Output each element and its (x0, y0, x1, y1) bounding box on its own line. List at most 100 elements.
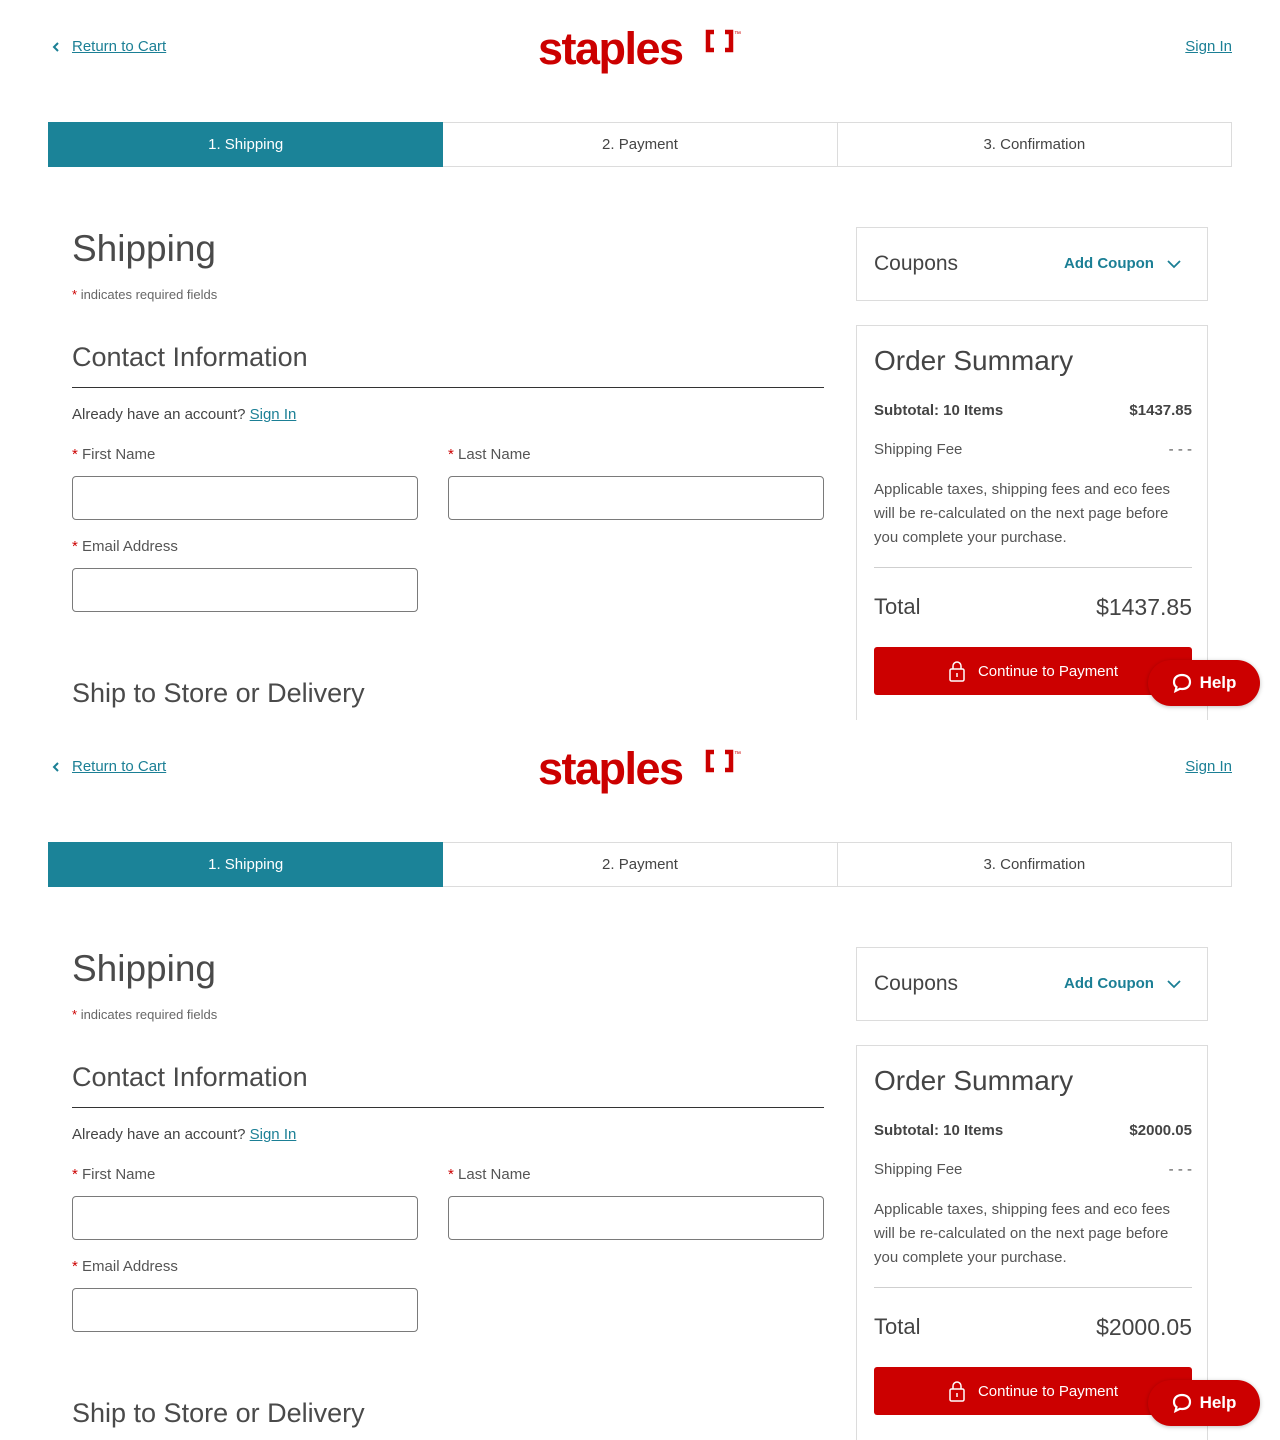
first-name-label-text: First Name (82, 446, 156, 463)
return-to-cart-label: Return to Cart (72, 758, 167, 775)
chevron-down-icon (1167, 979, 1181, 988)
help-button[interactable]: Help (1148, 660, 1260, 706)
checkout-view: Return to Cart staples ™ Sign In 1. Ship… (0, 0, 1280, 720)
first-name-input[interactable] (72, 1196, 418, 1240)
required-star: * (72, 1007, 78, 1022)
return-to-cart-label: Return to Cart (72, 38, 167, 55)
page-title: Shipping (72, 228, 217, 269)
shipping-fee-row: Shipping Fee - - - (874, 1161, 1192, 1178)
coupons-card: Coupons Add Coupon (856, 947, 1208, 1021)
chat-bubble-icon (1172, 1393, 1191, 1413)
shipping-fee-value: - - - (1168, 441, 1192, 458)
total-value: $2000.05 (1096, 1314, 1192, 1340)
checkout-view: Return to Cart staples ™ Sign In 1. Ship… (0, 720, 1280, 1440)
coupons-label: Coupons (874, 252, 959, 275)
add-coupon-label: Add Coupon (1064, 255, 1154, 272)
required-star: * (72, 287, 78, 302)
add-coupon-button[interactable]: Add Coupon (1064, 975, 1182, 992)
continue-label: Continue to Payment (977, 1382, 1119, 1400)
return-to-cart-link[interactable]: Return to Cart (50, 758, 166, 775)
help-label: Help (1199, 1393, 1237, 1412)
chevron-down-icon (1167, 259, 1181, 268)
required-star: * (448, 446, 454, 463)
total-label: Total (874, 1314, 921, 1339)
required-star: * (72, 1258, 78, 1275)
email-input[interactable] (72, 1288, 418, 1332)
page-title: Shipping (72, 948, 217, 989)
email-input[interactable] (72, 568, 418, 612)
last-name-label: * Last Name (448, 1166, 531, 1183)
step-payment[interactable]: 2. Payment (443, 122, 838, 167)
total-row: Total $1437.85 (874, 594, 1192, 621)
continue-label: Continue to Payment (977, 662, 1119, 680)
subtotal-value: $1437.85 (1129, 402, 1192, 419)
order-summary-card: Order Summary Subtotal: 10 Items $1437.8… (856, 325, 1208, 720)
add-coupon-label: Add Coupon (1064, 975, 1154, 992)
logo-trademark: ™ (734, 751, 741, 758)
summary-divider (874, 567, 1192, 568)
step-shipping[interactable]: 1. Shipping (48, 842, 444, 887)
step-shipping[interactable]: 1. Shipping (48, 122, 444, 167)
required-fields-note: * indicates required fields (72, 287, 217, 302)
account-sign-in-link[interactable]: Sign In (250, 406, 297, 423)
chevron-left-icon (52, 41, 59, 52)
step-payment[interactable]: 2. Payment (443, 842, 838, 887)
subtotal-label: Subtotal: 10 Items (874, 402, 1004, 419)
staples-logo[interactable]: staples ™ (538, 24, 744, 74)
required-note-text: indicates required fields (80, 1007, 218, 1022)
subtotal-label: Subtotal: 10 Items (874, 1122, 1004, 1139)
total-value: $1437.85 (1096, 594, 1192, 620)
coupons-card: Coupons Add Coupon (856, 227, 1208, 301)
step-confirmation[interactable]: 3. Confirmation (837, 842, 1232, 887)
tax-note: Applicable taxes, shipping fees and eco … (874, 481, 1171, 546)
shipping-fee-label: Shipping Fee (874, 1161, 963, 1178)
order-summary-title: Order Summary (874, 1065, 1074, 1096)
email-label-text: Email Address (82, 1258, 178, 1275)
logo-wordmark: staples (538, 24, 683, 74)
tax-note: Applicable taxes, shipping fees and eco … (874, 1201, 1171, 1266)
continue-to-payment-button[interactable]: Continue to Payment (874, 1367, 1192, 1415)
screenshot-root: Return to Cart staples ™ Sign In 1. Ship… (0, 0, 1280, 1440)
continue-to-payment-button[interactable]: Continue to Payment (874, 647, 1192, 695)
add-coupon-button[interactable]: Add Coupon (1064, 255, 1182, 272)
account-prompt-text: Already have an account? (72, 406, 246, 423)
account-sign-in-link[interactable]: Sign In (250, 1126, 297, 1143)
first-name-input[interactable] (72, 476, 418, 520)
return-to-cart-link[interactable]: Return to Cart (50, 38, 166, 55)
required-star: * (72, 1166, 78, 1183)
shipping-fee-label: Shipping Fee (874, 441, 963, 458)
last-name-label: * Last Name (448, 446, 531, 463)
order-summary-title: Order Summary (874, 345, 1074, 376)
help-label: Help (1199, 673, 1237, 692)
header-sign-in-link[interactable]: Sign In (1185, 758, 1232, 775)
lock-icon (949, 1381, 965, 1402)
required-star: * (448, 1166, 454, 1183)
coupons-label: Coupons (874, 972, 959, 995)
account-prompt-text: Already have an account? (72, 1126, 246, 1143)
header-sign-in-link[interactable]: Sign In (1185, 38, 1232, 55)
first-name-label: * First Name (72, 1166, 155, 1183)
subtotal-row: Subtotal: 10 Items $1437.85 (874, 402, 1192, 419)
first-name-label: * First Name (72, 446, 155, 463)
required-star: * (72, 538, 78, 555)
chevron-left-icon (52, 761, 59, 772)
logo-wordmark: staples (538, 744, 683, 794)
total-row: Total $2000.05 (874, 1314, 1192, 1341)
ship-to-store-heading: Ship to Store or Delivery (72, 1398, 365, 1428)
checkout-steps: 1. Shipping 2. Payment 3. Confirmation (48, 122, 1232, 167)
contact-info-heading: Contact Information (72, 342, 308, 372)
contact-info-heading: Contact Information (72, 1062, 308, 1092)
lock-icon (949, 661, 965, 682)
last-name-input[interactable] (448, 476, 824, 520)
step-confirmation[interactable]: 3. Confirmation (837, 122, 1232, 167)
summary-divider (874, 1287, 1192, 1288)
account-prompt: Already have an account? Sign In (72, 1126, 296, 1143)
section-divider (72, 1107, 824, 1108)
staples-logo[interactable]: staples ™ (538, 744, 744, 794)
shipping-fee-row: Shipping Fee - - - (874, 441, 1192, 458)
required-fields-note: * indicates required fields (72, 1007, 217, 1022)
shipping-fee-value: - - - (1168, 1161, 1192, 1178)
required-note-text: indicates required fields (80, 287, 218, 302)
help-button[interactable]: Help (1148, 1380, 1260, 1426)
last-name-input[interactable] (448, 1196, 824, 1240)
